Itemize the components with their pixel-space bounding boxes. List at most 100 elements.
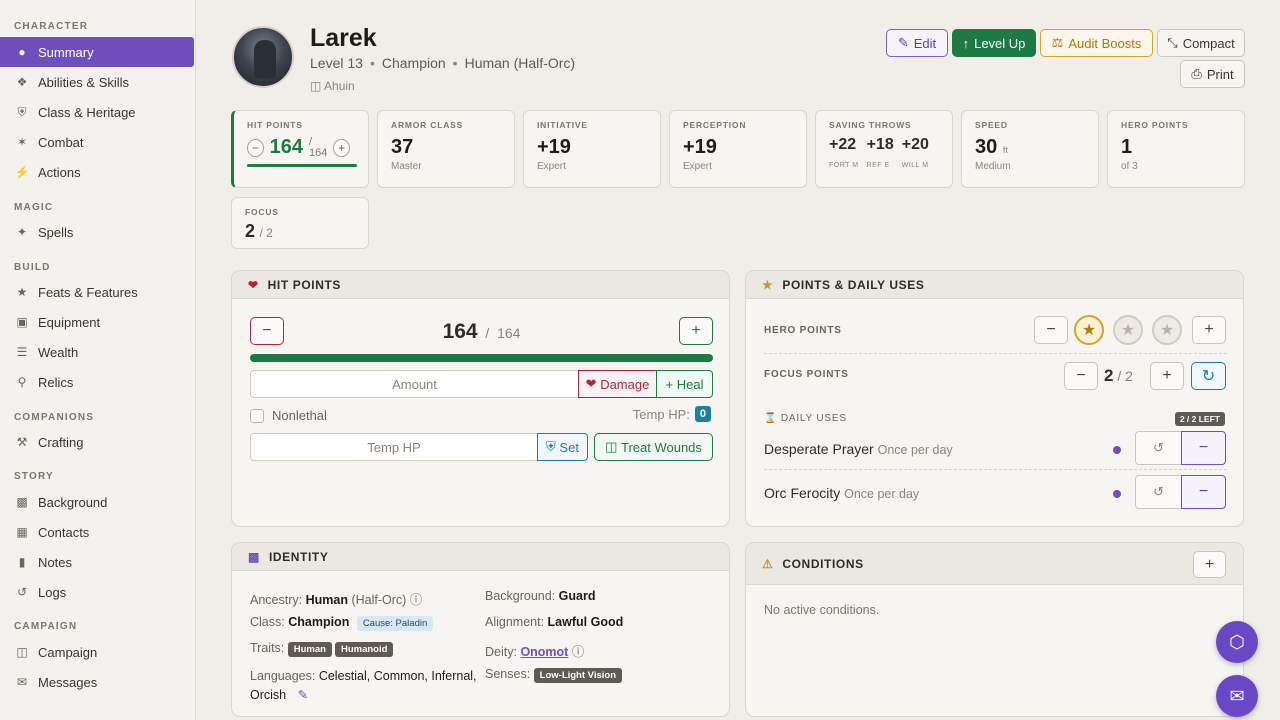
sidebar-item-crafting[interactable]: ⚒ Crafting xyxy=(0,427,194,457)
hp-increment-button[interactable]: + xyxy=(333,138,350,157)
sidebar-item-label: Contacts xyxy=(38,524,90,540)
focus-minus-button[interactable]: − xyxy=(1064,362,1098,390)
panel-title: HIT POINTS xyxy=(267,277,341,292)
edit-button[interactable]: ✎ Edit xyxy=(886,29,948,57)
level-up-label: Level Up xyxy=(974,35,1026,51)
stat-value: 37 xyxy=(391,136,414,158)
temp-hp-input[interactable]: Temp HP xyxy=(250,433,538,461)
sidebar-item-notes[interactable]: ▮ Notes xyxy=(0,547,194,577)
daily-use-item: Desperate Prayer Once per day xyxy=(764,441,953,457)
sidebar-item-feats[interactable]: ★ Feats & Features xyxy=(0,277,194,307)
info-icon[interactable]: ⓘ xyxy=(410,593,423,607)
identity-senses: Senses: Low-Light Vision xyxy=(485,667,625,683)
map-icon: ◫ xyxy=(16,645,28,659)
nonlethal-checkbox[interactable] xyxy=(250,408,264,423)
sidebar-item-contacts[interactable]: ▦ Contacts xyxy=(0,517,194,547)
sidebar-item-label: Messages xyxy=(38,674,98,690)
stat-value: +19 xyxy=(683,136,717,158)
sidebar-section-magic: MAGIC xyxy=(14,202,54,213)
sidebar-item-logs[interactable]: ↺ Logs xyxy=(0,577,194,607)
sidebar-item-messages[interactable]: ✉ Messages xyxy=(0,667,194,697)
hp-max-value: 164 xyxy=(309,146,328,159)
sidebar-item-combat[interactable]: ✶ Combat xyxy=(0,127,194,157)
hourglass-icon: ⌛ xyxy=(764,413,781,424)
relic-icon: ⚲ xyxy=(17,375,27,389)
identity-class: Class: Champion Cause: Paladin xyxy=(250,615,434,631)
refresh-icon: ↻ xyxy=(1201,368,1216,385)
audit-boosts-button[interactable]: ⚖ Audit Boosts xyxy=(1040,29,1153,57)
deity-link[interactable]: Onomot xyxy=(520,645,568,659)
sidebar-item-equipment[interactable]: ▣ Equipment xyxy=(0,307,194,337)
treat-wounds-button[interactable]: ◫ Treat Wounds xyxy=(594,433,713,461)
hp-decrement-button[interactable]: − xyxy=(247,138,264,157)
temp-hp-readout: Temp HP: 0 xyxy=(633,406,711,422)
damage-button[interactable]: ❤ Damage xyxy=(578,370,657,398)
heal-button[interactable]: + Heal xyxy=(656,370,713,398)
campaign-link[interactable]: ◫ Ahuin xyxy=(310,79,355,93)
character-ancestry: Human (Half-Orc) xyxy=(464,55,576,71)
hp-plus-button[interactable]: + xyxy=(679,317,713,345)
stat-value: +19 xyxy=(537,136,571,158)
sidebar-item-summary[interactable]: ● Summary xyxy=(0,37,194,67)
sidebar-item-class-heritage[interactable]: ⛨ Class & Heritage xyxy=(0,97,194,127)
daily-use-reset-button[interactable]: ↺ xyxy=(1135,475,1182,509)
daily-use-reset-button[interactable]: ↺ xyxy=(1135,431,1182,465)
daily-uses-badge: 2 / 2 LEFT xyxy=(1174,412,1225,426)
daily-use-pip xyxy=(1113,490,1121,498)
sidebar-item-label: Campaign xyxy=(38,644,98,660)
sidebar-item-spells[interactable]: ✦ Spells xyxy=(0,217,194,247)
avatar xyxy=(232,26,294,88)
star-icon: ★ xyxy=(16,285,28,299)
stat-label: SAVING THROWS xyxy=(829,120,912,130)
daily-use-name: Desperate Prayer xyxy=(764,441,874,457)
chat-button[interactable]: ✉ xyxy=(1216,675,1258,717)
identity-panel: ▩ IDENTITY Ancestry: Human (Half-Orc) ⓘ C… xyxy=(231,542,730,717)
contacts-icon: ▦ xyxy=(16,525,28,539)
save-will: +20 WILL M xyxy=(901,136,929,169)
print-label: Print xyxy=(1206,66,1234,82)
hammer-icon: ⚒ xyxy=(16,435,28,449)
dice-roller-button[interactable]: ⬡ xyxy=(1216,621,1258,663)
hero-points-plus-button[interactable]: + xyxy=(1192,316,1226,344)
level-up-button[interactable]: ↑ Level Up xyxy=(952,29,1036,57)
alert-icon: ⚠ xyxy=(762,556,774,571)
set-label: Set xyxy=(559,439,579,455)
sidebar-item-background[interactable]: ▩ Background xyxy=(0,487,194,517)
plus-icon: + xyxy=(665,376,677,392)
daily-use-frequency: Once per day xyxy=(877,443,953,457)
daily-uses-label: DAILY USES xyxy=(780,413,847,424)
sidebar-item-wealth[interactable]: ☰ Wealth xyxy=(0,337,194,367)
sidebar-item-relics[interactable]: ⚲ Relics xyxy=(0,367,194,397)
audit-label: Audit Boosts xyxy=(1068,35,1142,51)
stat-initiative: INITIATIVE +19 Expert xyxy=(523,110,661,188)
save-fortitude: +22 FORT M xyxy=(829,136,859,169)
set-temp-hp-button[interactable]: ⛨ Set xyxy=(537,433,588,461)
hero-point-star-filled[interactable]: ★ xyxy=(1074,315,1104,345)
sidebar-item-actions[interactable]: ⚡ Actions xyxy=(0,157,194,187)
focus-plus-button[interactable]: + xyxy=(1150,362,1184,390)
character-class: Champion xyxy=(381,55,446,71)
hp-bar-fill xyxy=(250,354,713,362)
daily-use-spend-button[interactable]: − xyxy=(1181,431,1226,465)
compact-button[interactable]: ⤡ Compact xyxy=(1157,29,1245,57)
sidebar-item-abilities[interactable]: ❖ Abilities & Skills xyxy=(0,67,194,97)
hero-points-minus-button[interactable]: − xyxy=(1034,316,1068,344)
nonlethal-toggle[interactable]: Nonlethal xyxy=(250,408,327,423)
daily-use-spend-button[interactable]: − xyxy=(1181,475,1226,509)
daily-use-item: Orc Ferocity Once per day xyxy=(764,485,919,501)
print-button[interactable]: ⎙ Print xyxy=(1180,60,1245,88)
sidebar-item-label: Class & Heritage xyxy=(38,104,136,120)
focus-refresh-button[interactable]: ↻ xyxy=(1191,362,1226,390)
hero-point-star-empty[interactable]: ★ xyxy=(1113,315,1143,345)
character-subtitle: Level 13 • Champion • Human (Half-Orc) xyxy=(310,55,576,71)
stat-hero-points: HERO POINTS 1 of 3 xyxy=(1107,110,1245,188)
panel-title: CONDITIONS xyxy=(782,556,864,571)
sidebar-item-campaign[interactable]: ◫ Campaign xyxy=(0,637,194,667)
heart-icon: ❤ xyxy=(248,277,259,292)
add-condition-button[interactable]: + xyxy=(1193,551,1226,578)
divider xyxy=(764,469,1227,470)
info-icon[interactable]: ⓘ xyxy=(572,645,585,659)
hero-point-star-empty[interactable]: ★ xyxy=(1152,315,1182,345)
edit-languages-icon[interactable]: ✎ xyxy=(298,688,308,702)
amount-input[interactable]: Amount xyxy=(250,370,579,398)
